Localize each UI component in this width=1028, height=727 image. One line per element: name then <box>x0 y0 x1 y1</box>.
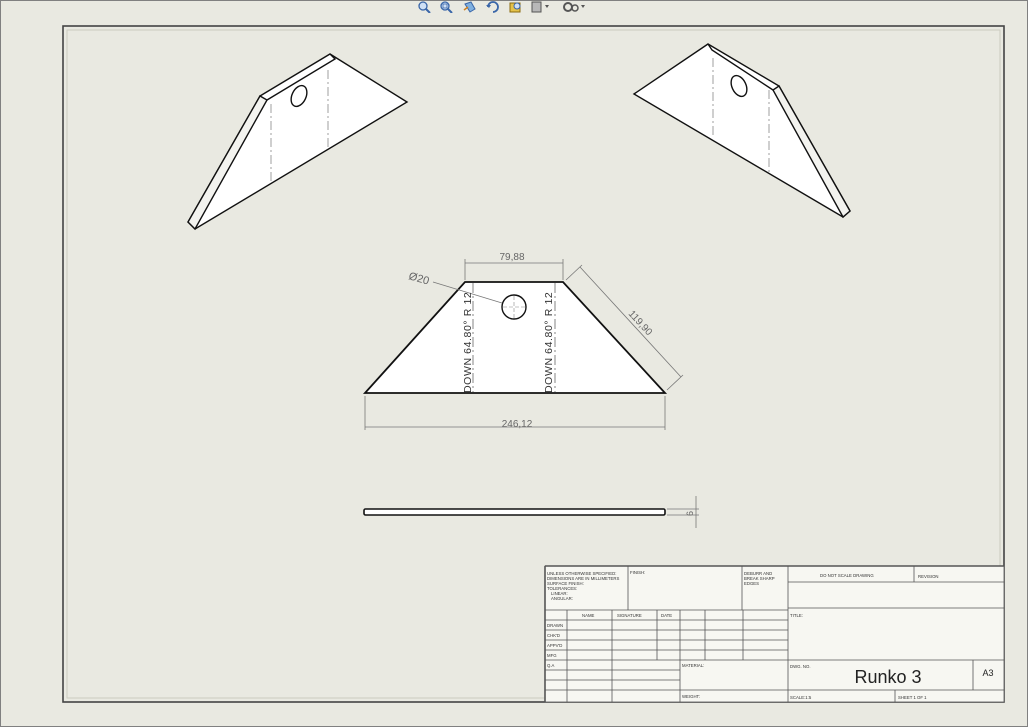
sheet-size: A3 <box>982 668 993 678</box>
do-not-scale-label: DO NOT SCALE DRAWING <box>820 573 874 578</box>
deburr-line-3: EDGES <box>744 581 759 586</box>
thickness-label: 6 <box>685 511 695 516</box>
side-view-outline <box>363 508 666 516</box>
note-line-6: ANGULAR: <box>551 596 573 601</box>
row-label-approved: APPV'D <box>547 643 562 648</box>
bend-note-left: DOWN 64.80° R 12 <box>462 292 474 393</box>
col-header-name: NAME <box>582 613 595 618</box>
row-label-checked: CHK'D <box>547 633 560 638</box>
row-label-qa: Q.A <box>547 663 555 668</box>
row-label-mfg: MFG <box>547 653 557 658</box>
weight-label: WEIGHT: <box>682 694 700 699</box>
material-label: MATERIAL: <box>682 663 704 668</box>
side-view: 6 <box>363 496 699 528</box>
isometric-view-right <box>632 43 851 219</box>
hole-diameter-label: Ø20 <box>407 270 430 287</box>
top-width-label: 79,88 <box>499 252 524 263</box>
col-header-date: DATE <box>661 613 672 618</box>
drawing-sheet: 79,88 Ø20 119,90 246,12 DOWN 64.80° R 12… <box>0 0 1028 727</box>
bottom-width-label: 246,12 <box>502 419 533 430</box>
bend-note-right: DOWN 64.80° R 12 <box>543 292 555 393</box>
flat-pattern-outline <box>362 281 668 394</box>
finish-label: FINISH: <box>630 570 645 575</box>
slant-length-label: 119,90 <box>626 309 655 339</box>
sheet-label: SHEET 1 OF 1 <box>898 695 927 700</box>
isometric-view-left <box>187 53 409 231</box>
row-label-drawn: DRAWN <box>547 623 563 628</box>
revision-label: REVISION <box>918 574 939 579</box>
title-label: TITLE: <box>790 613 803 618</box>
title-block <box>544 565 1005 703</box>
scale-label: SCALE:1:5 <box>790 695 812 700</box>
dwg-no-label: DWG. NO. <box>790 664 811 669</box>
drawing-number: Runko 3 <box>854 667 921 687</box>
flat-pattern-view: 79,88 Ø20 119,90 246,12 DOWN 64.80° R 12… <box>362 252 684 430</box>
col-header-signature: SIGNATURE <box>617 613 642 618</box>
